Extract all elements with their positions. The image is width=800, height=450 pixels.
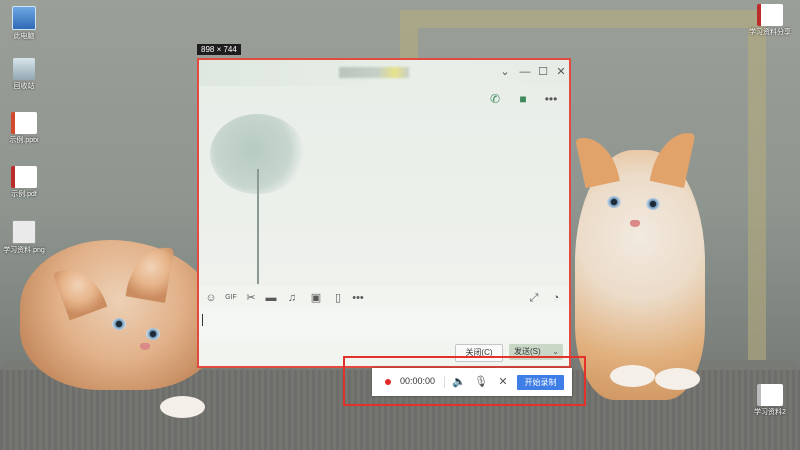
wallpaper-kitten-paw: [610, 365, 655, 387]
wallpaper-kitten-right: [575, 150, 705, 400]
microphone-icon[interactable]: 🎙: [474, 375, 488, 389]
desktop-icon-recycle-bin[interactable]: 回收站: [0, 58, 52, 91]
more-icon[interactable]: •••: [543, 92, 559, 106]
gif-icon[interactable]: GIF: [224, 291, 238, 305]
png-file-icon: [12, 220, 36, 244]
chat-window[interactable]: ⌄ — ☐ ✕ ✆ ■ ••• ☺ GIF ✂ ▬ ♫ ▣ ▯ ••• ⤢ ◔ …: [197, 58, 571, 368]
chat-titlebar[interactable]: ⌄ — ☐ ✕: [199, 60, 569, 86]
pdf-file-icon: [11, 166, 37, 188]
music-icon[interactable]: ♫: [285, 291, 299, 305]
document-icon: [757, 384, 783, 406]
chat-top-actions: ✆ ■ •••: [487, 92, 559, 106]
desktop-icon-computer[interactable]: 此电脑: [0, 6, 52, 41]
desktop-icon-label: 学习资料分享: [749, 29, 791, 36]
chat-toolbar: ☺ GIF ✂ ▬ ♫ ▣ ▯ ••• ⤢ ◔: [199, 288, 569, 308]
minimize-icon[interactable]: —: [517, 64, 533, 80]
video-call-icon[interactable]: ■: [515, 92, 531, 106]
emoji-icon[interactable]: ☺: [204, 291, 218, 305]
desktop-icon-pdf-share[interactable]: 学习资料分享: [742, 4, 798, 37]
recycle-bin-icon: [13, 58, 35, 80]
pdf-file-icon: [757, 4, 783, 26]
desktop-icon-label: 示例.pdf: [11, 191, 37, 198]
folder-icon[interactable]: ▬: [264, 291, 278, 305]
wallpaper-kitten-eye: [607, 196, 621, 208]
desktop-icon-label: 此电脑: [13, 33, 35, 40]
divider: [444, 376, 445, 388]
start-recording-button[interactable]: 开始录制: [517, 375, 564, 390]
history-icon[interactable]: ◔: [549, 291, 563, 305]
desktop-icon-label: 学习资料.png: [3, 247, 45, 254]
desktop-icon-png[interactable]: 学习资料.png: [0, 220, 52, 255]
message-input[interactable]: [199, 308, 569, 342]
wallpaper-kitten-paw: [655, 368, 700, 390]
tree-trunk: [257, 169, 259, 284]
recording-timer: 00:00:00: [400, 376, 436, 386]
wallpaper-kitten-left: [20, 240, 220, 390]
wallpaper-kitten-nose: [630, 220, 640, 227]
speaker-icon[interactable]: 🔈: [452, 375, 466, 389]
wallpaper-kitten-eye: [112, 318, 126, 330]
chevron-down-icon[interactable]: ⌄: [497, 64, 513, 80]
image-icon[interactable]: ▣: [309, 291, 323, 305]
expand-icon[interactable]: ⤢: [527, 291, 541, 305]
record-dot-icon: [385, 379, 391, 385]
desktop-icon-label: 示例.pptx: [9, 137, 39, 144]
close-icon[interactable]: ✕: [553, 64, 569, 80]
desktop-icon-label: 学习资料2: [754, 409, 786, 416]
desktop-icon-label: 回收站: [13, 83, 35, 90]
desktop-icon-document[interactable]: 学习资料2: [742, 384, 798, 417]
ppt-file-icon: [11, 112, 37, 134]
scissors-icon[interactable]: ✂: [244, 291, 258, 305]
wallpaper-kitten-eye: [646, 198, 660, 210]
wallpaper-kitten-nose: [140, 343, 150, 350]
more-icon[interactable]: •••: [351, 291, 365, 305]
screenshot-icon[interactable]: ▯: [331, 291, 345, 305]
selection-size-tooltip: 898 × 744: [197, 44, 241, 55]
desktop-icon-pdf[interactable]: 示例.pdf: [0, 166, 52, 199]
wallpaper-kitten-eye: [146, 328, 160, 340]
chat-title: [339, 67, 409, 78]
maximize-icon[interactable]: ☐: [535, 64, 551, 80]
text-caret: [202, 314, 203, 326]
computer-icon: [12, 6, 36, 30]
wallpaper-kitten-paw: [160, 396, 205, 418]
desktop-icon-pptx[interactable]: 示例.pptx: [0, 112, 52, 145]
screen-recorder-bar: 00:00:00 🔈 🎙 ✕ 开始录制: [372, 368, 572, 396]
chat-background-illustration: [205, 114, 315, 284]
chat-history[interactable]: [199, 86, 569, 286]
close-icon[interactable]: ✕: [496, 375, 510, 389]
voice-call-icon[interactable]: ✆: [487, 92, 503, 106]
